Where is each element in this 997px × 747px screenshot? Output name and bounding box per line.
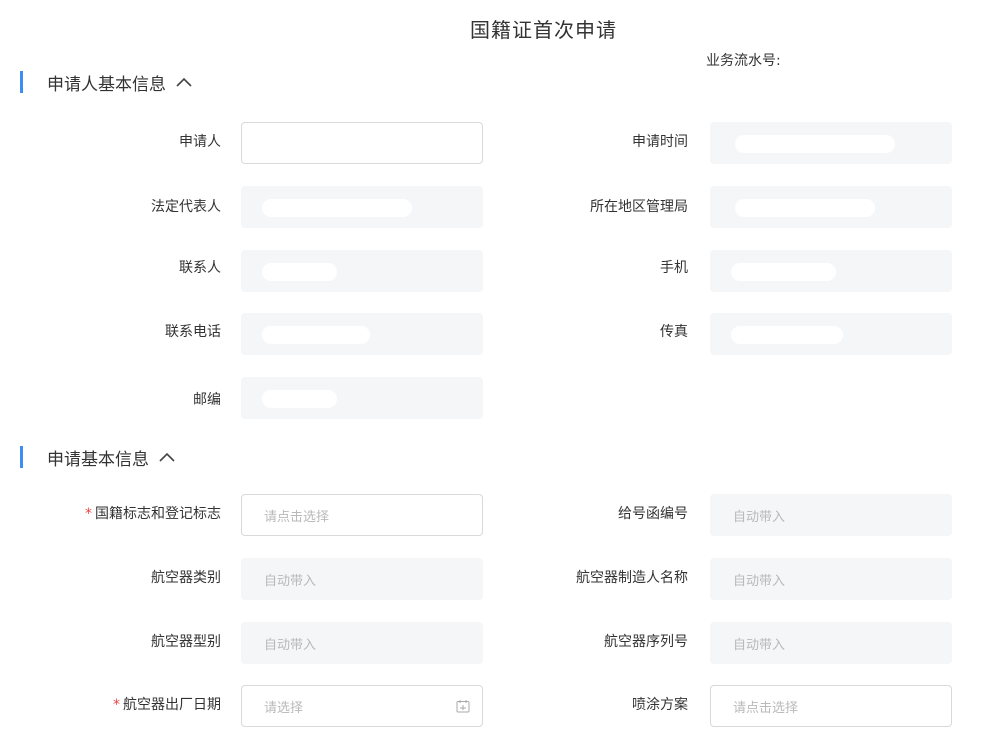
- redacted-value: [262, 326, 370, 344]
- manufacturer-field: 自动带入: [710, 558, 952, 600]
- redacted-value: [262, 263, 337, 281]
- placeholder-text: 自动带入: [264, 637, 317, 653]
- label-apply-time: 申请时间: [632, 134, 688, 150]
- label-nationality-mark: * 国籍标志和登记标志: [21, 504, 221, 524]
- label-mobile: 手机: [660, 260, 688, 276]
- label-postcode: 邮编: [193, 392, 221, 408]
- label-text: 航空器出厂日期: [123, 697, 221, 713]
- aircraft-category-field: 自动带入: [241, 558, 483, 600]
- placeholder-text: 请点击选择: [264, 509, 330, 525]
- label-text: 国籍标志和登记标志: [95, 506, 221, 522]
- local-bureau-field: [710, 186, 952, 228]
- calendar-icon[interactable]: [456, 699, 470, 717]
- label-legal-rep: 法定代表人: [151, 199, 221, 215]
- redacted-value: [735, 199, 875, 217]
- fax-field: [710, 313, 952, 355]
- label-local-bureau: 所在地区管理局: [590, 199, 688, 215]
- section-header-application: 申请基本信息: [20, 446, 175, 470]
- label-applicant: 申请人: [179, 134, 221, 150]
- label-fax: 传真: [660, 324, 688, 340]
- label-aircraft-category: 航空器类别: [151, 570, 221, 586]
- label-factory-date: * 航空器出厂日期: [21, 695, 221, 715]
- placeholder-text: 自动带入: [733, 573, 786, 589]
- redacted-value: [731, 326, 843, 344]
- section-header-applicant: 申请人基本信息: [20, 71, 192, 95]
- section-accent-bar: [20, 71, 23, 93]
- required-mark: *: [85, 506, 92, 522]
- section-title-application: 申请基本信息: [47, 449, 149, 470]
- label-aircraft-model: 航空器型别: [151, 634, 221, 650]
- legal-rep-field: [241, 186, 483, 228]
- label-phone: 联系电话: [165, 324, 221, 340]
- redacted-value: [262, 199, 412, 217]
- apply-time-field: [710, 122, 952, 164]
- postcode-field: [241, 377, 483, 419]
- mobile-field: [710, 250, 952, 292]
- contact-field: [241, 250, 483, 292]
- nationality-mark-select[interactable]: 请点击选择: [241, 494, 483, 536]
- placeholder-text: 自动带入: [733, 509, 786, 525]
- chevron-up-icon[interactable]: [159, 452, 175, 462]
- serial-number-label: 业务流水号:: [706, 53, 781, 69]
- paint-scheme-select[interactable]: 请点击选择: [710, 685, 952, 727]
- label-contact: 联系人: [179, 260, 221, 276]
- placeholder-text: 自动带入: [264, 573, 317, 589]
- label-serial-no: 航空器序列号: [604, 634, 688, 650]
- required-mark: *: [113, 697, 120, 713]
- serial-no-field: 自动带入: [710, 622, 952, 664]
- label-letter-no: 给号函编号: [618, 506, 688, 522]
- page-title: 国籍证首次申请: [470, 18, 617, 42]
- redacted-value: [262, 390, 337, 408]
- section-accent-bar: [20, 446, 23, 468]
- redacted-value: [731, 263, 836, 281]
- applicant-field[interactable]: [241, 122, 483, 164]
- factory-date-picker[interactable]: 请选择: [241, 685, 483, 727]
- placeholder-text: 自动带入: [733, 637, 786, 653]
- label-paint-scheme: 喷涂方案: [632, 697, 688, 713]
- aircraft-model-field: 自动带入: [241, 622, 483, 664]
- label-manufacturer: 航空器制造人名称: [576, 570, 688, 586]
- redacted-value: [735, 135, 895, 153]
- letter-no-field: 自动带入: [710, 494, 952, 536]
- placeholder-text: 请点击选择: [733, 700, 799, 716]
- section-title-applicant: 申请人基本信息: [47, 74, 166, 95]
- chevron-up-icon[interactable]: [176, 77, 192, 87]
- placeholder-text: 请选择: [264, 700, 304, 716]
- phone-field: [241, 313, 483, 355]
- applicant-input[interactable]: [264, 134, 460, 152]
